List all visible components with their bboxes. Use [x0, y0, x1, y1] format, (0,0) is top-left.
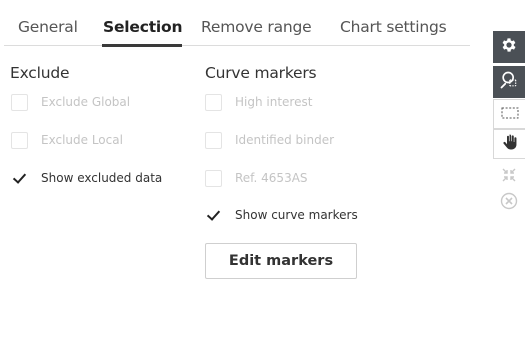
identified-binder-label: Identified binder [235, 133, 335, 147]
exclude-global-checkbox[interactable] [11, 93, 28, 111]
show-excluded-data-checkbox[interactable] [11, 169, 28, 187]
show-curve-markers-option: Show curve markers [205, 204, 358, 226]
tab-selection[interactable]: Selection [103, 18, 182, 36]
high-interest-checkbox[interactable] [205, 93, 222, 111]
edit-markers-button[interactable]: Edit markers [205, 243, 357, 279]
curve-markers-section-title: Curve markers [205, 64, 317, 82]
exclude-local-label: Exclude Local [41, 133, 123, 147]
identified-binder-checkbox[interactable] [205, 131, 222, 149]
collapse-tool-button[interactable] [493, 164, 525, 190]
exclude-local-option: Exclude Local [11, 129, 123, 151]
marquee-tool-button[interactable] [493, 99, 525, 129]
exclude-global-label: Exclude Global [41, 95, 131, 109]
tab-chart-settings[interactable]: Chart settings [340, 18, 447, 36]
tab-general[interactable]: General [18, 18, 78, 36]
zoom-select-icon [499, 70, 519, 94]
settings-gear-icon [500, 36, 518, 58]
ref-4653as-option: Ref. 4653AS [205, 167, 308, 189]
show-curve-markers-checkbox[interactable] [205, 206, 222, 224]
show-excluded-data-label[interactable]: Show excluded data [41, 171, 162, 185]
high-interest-label: High interest [235, 95, 313, 109]
exclude-section-title: Exclude [10, 64, 70, 82]
ref-4653as-checkbox[interactable] [205, 169, 222, 187]
exclude-local-checkbox[interactable] [11, 131, 28, 149]
high-interest-option: High interest [205, 91, 312, 113]
close-tool-button[interactable] [493, 190, 525, 216]
active-tab-indicator [102, 44, 182, 47]
settings-tool-button[interactable] [493, 31, 525, 63]
show-excluded-data-option: Show excluded data [11, 167, 162, 189]
collapse-arrows-icon [501, 167, 517, 187]
exclude-global-option: Exclude Global [11, 91, 130, 113]
tab-divider [4, 45, 470, 46]
ref-4653as-label: Ref. 4653AS [235, 171, 308, 185]
pan-tool-button[interactable] [493, 129, 525, 159]
show-curve-markers-label[interactable]: Show curve markers [235, 208, 358, 222]
identified-binder-option: Identified binder [205, 129, 334, 151]
tab-remove-range[interactable]: Remove range [201, 18, 312, 36]
pan-hand-icon [501, 132, 519, 156]
close-circle-icon [500, 192, 518, 214]
tab-bar: General Selection Remove range Chart set… [4, 18, 470, 47]
zoom-tool-button[interactable] [493, 66, 525, 98]
marquee-select-icon [501, 105, 519, 124]
